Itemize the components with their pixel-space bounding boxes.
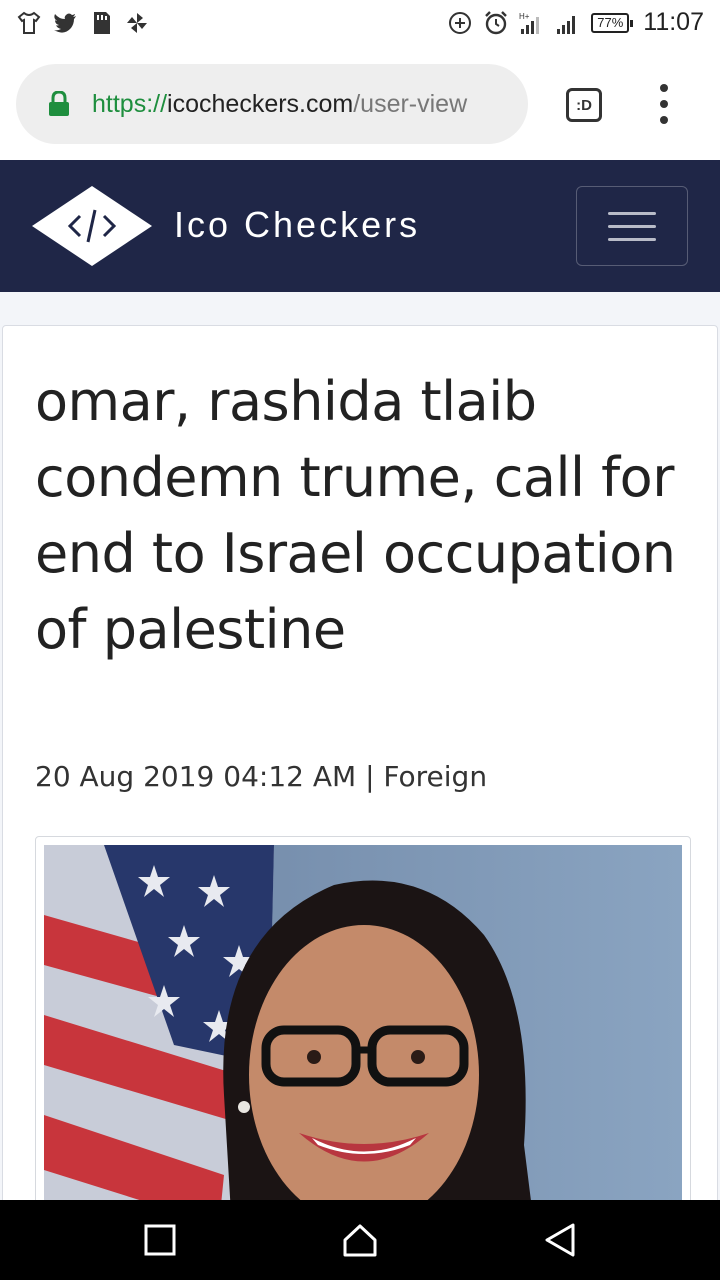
menu-dot-icon [660, 84, 668, 92]
notification-icons [16, 10, 150, 36]
sd-card-icon [94, 12, 110, 34]
article-title: omar, rashida tlaib condemn trume, call … [35, 370, 676, 661]
svg-text:H+: H+ [519, 12, 530, 21]
address-bar[interactable]: https://icocheckers.com/user-view [16, 64, 528, 144]
browser-toolbar: https://icocheckers.com/user-view :D [0, 50, 720, 160]
article-card: omar, rashida tlaib condemn trume, call … [2, 325, 718, 1256]
tab-switcher-button[interactable]: :D [566, 88, 602, 122]
signal-4g-icon: H+ [519, 12, 540, 34]
system-icons: H+ 77% 11:07 [447, 8, 704, 37]
data-saver-icon [449, 11, 472, 34]
hamburger-line-icon [608, 224, 656, 228]
nav-menu-toggle-button[interactable] [576, 186, 688, 266]
alarm-icon [485, 10, 508, 34]
url-text: https://icocheckers.com/user-view [92, 90, 467, 119]
hamburger-line-icon [608, 211, 656, 215]
article-meta: 20 Aug 2019 04:12 AM | Foreign [35, 760, 488, 793]
article-photo[interactable] [44, 845, 682, 1256]
url-host: icocheckers.com [167, 89, 354, 118]
clock: 11:07 [643, 8, 704, 36]
home-icon[interactable] [340, 1220, 380, 1260]
lock-icon [49, 91, 69, 116]
menu-dot-icon [660, 100, 668, 108]
status-bar: H+ 77% 11:07 [0, 0, 720, 50]
system-nav-bar [0, 1200, 720, 1280]
site-logo-icon[interactable] [32, 186, 152, 266]
site-brand[interactable]: Ico Checkers [174, 204, 420, 246]
article-image-frame [35, 836, 691, 1256]
pinwheel-icon [127, 13, 147, 33]
twitter-icon [54, 13, 76, 33]
menu-dot-icon [660, 116, 668, 124]
site-header: Ico Checkers [0, 160, 720, 292]
signal-bars-icon [557, 15, 576, 34]
tshirt-icon [17, 11, 41, 34]
browser-menu-button[interactable] [652, 84, 676, 124]
recents-square-icon[interactable] [140, 1220, 180, 1260]
url-path: /user-view [353, 89, 468, 118]
battery-indicator: 77% [591, 12, 634, 33]
back-triangle-icon[interactable] [540, 1220, 580, 1260]
hamburger-line-icon [608, 237, 656, 241]
url-scheme: https:// [92, 89, 168, 118]
